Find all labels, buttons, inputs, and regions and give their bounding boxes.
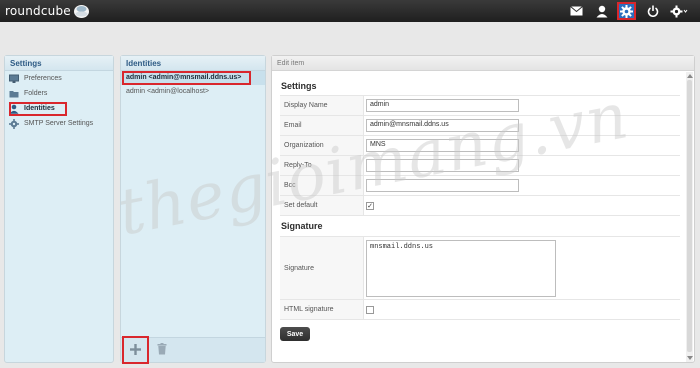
settings-panel-title: Settings: [5, 56, 113, 71]
display-name-label: Display Name: [280, 96, 364, 115]
identities-panel-title: Identities: [121, 56, 265, 71]
add-identity-button[interactable]: [122, 336, 149, 364]
signature-label: Signature: [280, 237, 364, 299]
form-row-html-signature: HTML signature: [280, 300, 680, 320]
plus-icon: [130, 343, 141, 357]
selection-highlight: [9, 102, 67, 116]
logo-cube-icon: [73, 4, 90, 19]
nav-item-label: SMTP Server Settings: [24, 120, 94, 127]
identity-settings-form: Display Name admin Email admin@mnsmail.d…: [280, 95, 680, 216]
selection-highlight: [122, 71, 251, 85]
logout-icon[interactable]: [643, 2, 662, 20]
nav-item-label: Preferences: [24, 75, 62, 82]
form-row-display-name: Display Name admin: [280, 96, 680, 116]
html-signature-checkbox[interactable]: [366, 305, 374, 314]
identity-item[interactable]: admin <admin@mnsmail.ddns.us>: [121, 71, 265, 85]
trash-icon: [157, 343, 167, 357]
identities-panel: Identities admin <admin@mnsmail.ddns.us>…: [120, 55, 266, 364]
about-icon[interactable]: [669, 2, 688, 20]
signature-textarea[interactable]: mnsmail.ddns.us: [366, 239, 556, 297]
identity-label: admin <admin@localhost>: [126, 88, 209, 95]
contacts-icon[interactable]: [592, 2, 611, 20]
folder-icon: [9, 89, 19, 99]
reply-to-label: Reply-To: [280, 156, 364, 175]
html-signature-label: HTML signature: [280, 300, 364, 319]
app-logo[interactable]: roundcube: [5, 3, 90, 19]
scroll-thumb[interactable]: [687, 80, 692, 352]
delete-identity-button[interactable]: [155, 342, 169, 358]
display-name-field[interactable]: admin: [366, 99, 519, 112]
top-bar: roundcube: [0, 0, 700, 22]
gear-icon: [9, 118, 19, 129]
bcc-label: Bcc: [280, 176, 364, 195]
nav-item-folders[interactable]: Folders: [5, 86, 113, 101]
form-row-set-default: Set default ✓: [280, 196, 680, 216]
form-row-reply-to: Reply-To: [280, 156, 680, 176]
form-row-organization: Organization MNS: [280, 136, 680, 156]
settings-panel: Settings Preferences Folders Identities …: [4, 55, 114, 363]
nav-item-identities[interactable]: Identities: [5, 101, 113, 116]
identities-footer: [121, 336, 265, 364]
set-default-label: Set default: [280, 196, 364, 215]
organization-label: Organization: [280, 136, 364, 155]
nav-item-smtp-server-settings[interactable]: SMTP Server Settings: [5, 116, 113, 131]
form-row-signature: Signature mnsmail.ddns.us: [280, 237, 680, 300]
mail-icon[interactable]: [567, 2, 586, 20]
settings-icon[interactable]: [617, 2, 636, 20]
form-row-bcc: Bcc: [280, 176, 680, 196]
scroll-up-arrow-icon[interactable]: [687, 74, 693, 78]
set-default-checkbox[interactable]: ✓: [366, 201, 374, 210]
logo-text: roundcube: [5, 4, 71, 18]
identity-item[interactable]: admin <admin@localhost>: [121, 85, 265, 99]
save-button[interactable]: Save: [280, 327, 310, 341]
edit-panel-title: Edit item: [272, 56, 694, 71]
settings-section-title: Settings: [281, 81, 317, 91]
signature-section-title: Signature: [281, 221, 323, 231]
form-row-email: Email admin@mnsmail.ddns.us: [280, 116, 680, 136]
signature-form: Signature mnsmail.ddns.us HTML signature: [280, 236, 680, 320]
reply-to-field[interactable]: [366, 159, 519, 172]
scroll-down-arrow-icon[interactable]: [687, 356, 693, 360]
organization-field[interactable]: MNS: [366, 139, 519, 152]
email-label: Email: [280, 116, 364, 135]
email-field[interactable]: admin@mnsmail.ddns.us: [366, 119, 519, 132]
edit-identity-panel: Edit item Settings Display Name admin Em…: [271, 55, 695, 363]
nav-item-label: Folders: [24, 90, 48, 97]
monitor-icon: [9, 74, 19, 84]
edit-panel-scrollbar[interactable]: [686, 72, 693, 362]
nav-item-preferences[interactable]: Preferences: [5, 71, 113, 86]
bcc-field[interactable]: [366, 179, 519, 192]
